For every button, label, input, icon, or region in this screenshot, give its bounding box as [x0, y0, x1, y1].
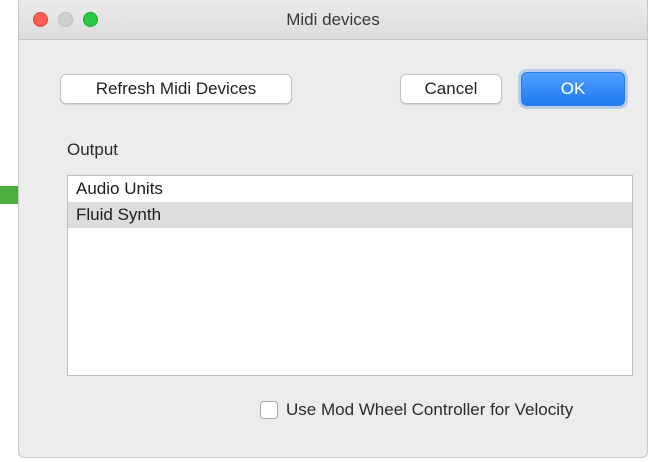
list-item-fluid-synth[interactable]: Fluid Synth [68, 202, 632, 228]
list-item-audio-units[interactable]: Audio Units [68, 176, 632, 202]
title-bar: Midi devices [19, 0, 647, 40]
cancel-button[interactable]: Cancel [400, 74, 502, 104]
refresh-midi-devices-button[interactable]: Refresh Midi Devices [60, 74, 292, 104]
window-title: Midi devices [286, 10, 380, 29]
output-label: Output [67, 140, 119, 159]
velocity-checkbox[interactable] [260, 401, 278, 419]
ok-button[interactable]: OK [521, 72, 625, 106]
velocity-checkbox-label[interactable]: Use Mod Wheel Controller for Velocity [286, 400, 573, 420]
midi-devices-dialog: Midi devices Refresh Midi Devices Cancel… [18, 0, 648, 458]
output-device-list[interactable]: Audio Units Fluid Synth [67, 175, 633, 376]
